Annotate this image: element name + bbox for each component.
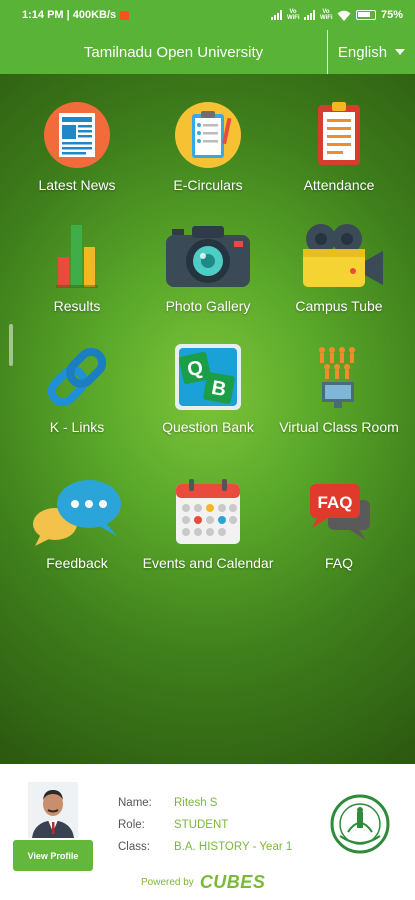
faq-badge-text: FAQ	[318, 493, 353, 512]
tile-label: Question Bank	[162, 419, 254, 435]
tile-label: FAQ	[324, 555, 353, 571]
bar-chart-icon	[42, 221, 112, 291]
chat-bubbles-icon	[29, 478, 125, 548]
tile-label: Photo Gallery	[165, 298, 251, 314]
tile-label: Events and Calendar	[142, 555, 274, 571]
signal-icon	[270, 10, 282, 20]
clipboard-checklist-icon	[173, 100, 243, 170]
student-class: B.A. HISTORY - Year 1	[174, 841, 293, 853]
tile-question-bank[interactable]: Q B Question Bank	[142, 342, 274, 435]
tile-label: Feedback	[46, 555, 108, 571]
camera-icon	[162, 221, 254, 291]
battery-icon	[355, 10, 376, 20]
powered-by-label: Powered by	[141, 877, 194, 888]
tile-e-circulars[interactable]: E-Circulars	[142, 100, 274, 193]
tile-faq[interactable]: FAQ FAQ	[273, 478, 405, 571]
virtual-classroom-icon	[304, 342, 374, 412]
role-label: Role:	[118, 819, 145, 831]
app-title: Tamilnadu Open University	[83, 43, 264, 61]
tile-label: Latest News	[38, 177, 116, 193]
tile-photo-gallery[interactable]: Photo Gallery	[142, 221, 274, 314]
university-logo	[330, 794, 390, 854]
tile-k-links[interactable]: K - Links	[11, 342, 143, 435]
profile-footer: View Profile Name: Ritesh S Role: STUDEN…	[0, 764, 415, 900]
menu-grid: Latest News E-Circulars Attendance Resul…	[0, 74, 415, 764]
video-camera-icon	[291, 221, 387, 291]
tile-latest-news[interactable]: Latest News	[11, 100, 143, 193]
class-label: Class:	[118, 841, 150, 853]
app-header: Tamilnadu Open University English	[0, 30, 415, 74]
vowifi-indicator: Vo WiFi	[319, 9, 333, 21]
language-dropdown[interactable]: English	[327, 30, 415, 74]
attendance-icon	[304, 100, 374, 170]
view-profile-button[interactable]: View Profile	[13, 840, 93, 871]
battery-level: 75%	[380, 9, 403, 21]
tile-attendance[interactable]: Attendance	[273, 100, 405, 193]
question-bank-icon: Q B	[173, 342, 243, 412]
status-bar: 1:14 PM | 400KB/s Vo WiFi Vo WiFi 75%	[0, 0, 415, 30]
tile-virtual-class-room[interactable]: Virtual Class Room	[273, 342, 405, 435]
tile-campus-tube[interactable]: Campus Tube	[273, 221, 405, 314]
avatar	[28, 782, 78, 838]
signal-icon	[303, 10, 315, 20]
student-name: Ritesh S	[174, 797, 218, 809]
student-role: STUDENT	[174, 819, 229, 831]
calendar-icon	[173, 478, 243, 548]
language-value: English	[337, 43, 388, 61]
vowifi-indicator: Vo WiFi	[286, 9, 300, 21]
tile-events-and-calendar[interactable]: Events and Calendar	[142, 478, 274, 571]
cubes-logo: CUBES	[199, 872, 266, 892]
status-time: 1:14 PM | 400KB/s	[22, 9, 117, 21]
news-icon	[42, 100, 112, 170]
tile-label: Virtual Class Room	[279, 419, 399, 435]
tile-label: E-Circulars	[173, 177, 243, 193]
name-label: Name:	[118, 797, 152, 809]
profile-info: Name: Ritesh S Role: STUDENT Class: B.A.…	[118, 797, 292, 863]
tile-feedback[interactable]: Feedback	[11, 478, 143, 571]
faq-bubble-icon: FAQ	[304, 478, 374, 548]
link-icon	[42, 342, 112, 412]
wifi-icon	[337, 10, 351, 21]
notification-icon	[120, 10, 130, 20]
tile-label: Campus Tube	[295, 298, 383, 314]
tile-label: K - Links	[49, 419, 105, 435]
powered-by: Powered by CUBES	[141, 872, 265, 893]
tile-label: Attendance	[303, 177, 375, 193]
chevron-down-icon	[395, 49, 406, 55]
tile-results[interactable]: Results	[11, 221, 143, 314]
tile-label: Results	[53, 298, 101, 314]
